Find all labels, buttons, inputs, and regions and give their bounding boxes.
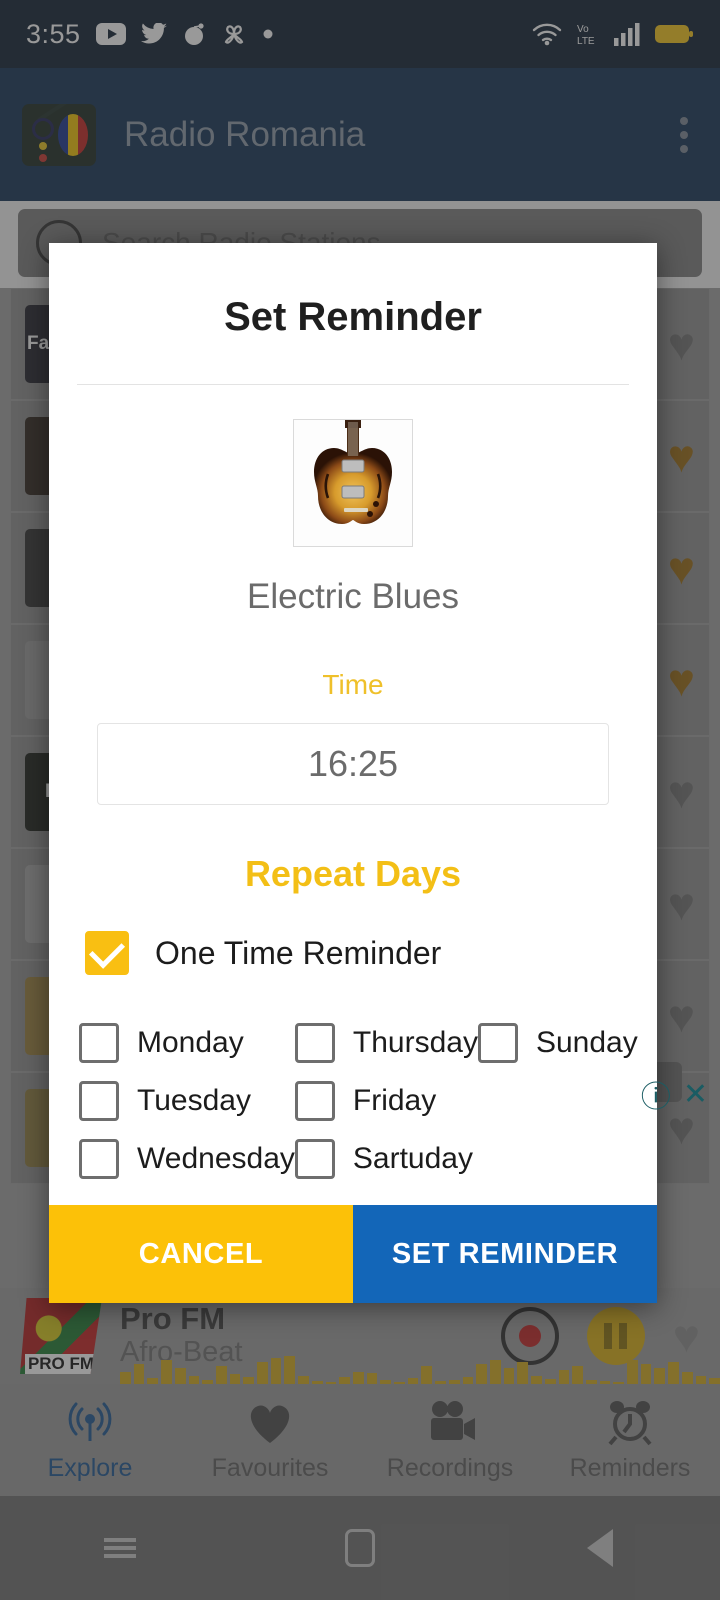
day-checkbox-row-sartuday[interactable]: Sartuday bbox=[294, 1139, 478, 1179]
day-cell-empty bbox=[478, 1081, 638, 1121]
day-checkbox-row-sunday[interactable]: Sunday bbox=[477, 1023, 638, 1063]
one-time-reminder-checkbox[interactable] bbox=[85, 931, 129, 975]
cancel-button[interactable]: CANCEL bbox=[49, 1205, 353, 1303]
set-reminder-button[interactable]: SET REMINDER bbox=[353, 1205, 657, 1303]
day-label-sunday: Sunday bbox=[535, 1026, 638, 1059]
day-label-thursday: Thursday bbox=[352, 1026, 478, 1059]
day-cell-empty bbox=[478, 1139, 638, 1179]
day-label-tuesday: Tuesday bbox=[137, 1084, 251, 1117]
one-time-reminder-label: One Time Reminder bbox=[155, 934, 442, 971]
dialog-body: Electric Blues Time 16:25 Repeat Days On… bbox=[49, 385, 657, 1205]
info-circle-icon[interactable]: ⓘ bbox=[641, 1072, 671, 1116]
repeat-days-grid: Monday Thursday Sunday Tuesday Friday Wednesd… bbox=[49, 1023, 657, 1179]
day-checkbox-friday[interactable] bbox=[294, 1081, 335, 1121]
day-checkbox-row-monday[interactable]: Monday bbox=[79, 1023, 295, 1063]
dialog-actions: CANCEL SET REMINDER bbox=[49, 1205, 657, 1303]
day-checkbox-row-wednesday[interactable]: Wednesday bbox=[79, 1139, 295, 1179]
day-checkbox-row-tuesday[interactable]: Tuesday bbox=[79, 1081, 295, 1121]
set-reminder-dialog: Set Reminder Electric Blues Time 16:25 R… bbox=[49, 243, 657, 1303]
dialog-title: Set Reminder bbox=[224, 295, 482, 339]
day-checkbox-wednesday[interactable] bbox=[79, 1139, 119, 1179]
station-name: Electric Blues bbox=[246, 577, 460, 616]
repeat-days-label: Repeat Days bbox=[244, 853, 462, 894]
day-label-wednesday: Wednesday bbox=[137, 1142, 295, 1175]
day-checkbox-sunday[interactable] bbox=[477, 1023, 518, 1063]
phone-screen: 3:55 bbox=[0, 0, 720, 1600]
day-checkbox-row-friday[interactable]: Friday bbox=[294, 1081, 478, 1121]
one-time-reminder-row[interactable]: One Time Reminder bbox=[49, 931, 657, 975]
day-label-sartuday: Sartuday bbox=[352, 1142, 473, 1175]
day-checkbox-tuesday[interactable] bbox=[79, 1081, 119, 1121]
day-checkbox-sartuday[interactable] bbox=[294, 1139, 335, 1179]
day-label-friday: Friday bbox=[352, 1084, 437, 1117]
day-label-monday: Monday bbox=[137, 1026, 244, 1059]
close-icon[interactable]: ✕ bbox=[683, 1077, 708, 1112]
time-input[interactable]: 16:25 bbox=[97, 723, 609, 805]
day-checkbox-thursday[interactable] bbox=[294, 1023, 335, 1063]
time-value: 16:25 bbox=[307, 743, 399, 784]
day-checkbox-row-thursday[interactable]: Thursday bbox=[294, 1023, 478, 1063]
day-checkbox-monday[interactable] bbox=[79, 1023, 119, 1063]
electric-guitar-artwork bbox=[293, 419, 413, 547]
time-label: Time bbox=[322, 669, 384, 700]
